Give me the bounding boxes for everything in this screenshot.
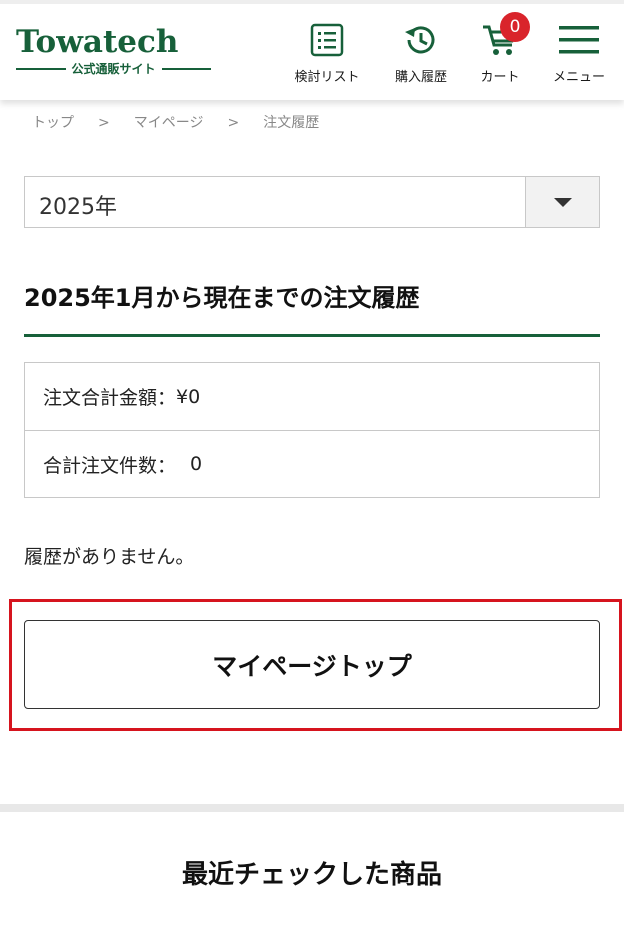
breadcrumb-mypage[interactable]: マイページ xyxy=(134,115,204,131)
list-icon xyxy=(287,20,367,60)
empty-history-message: 履歴がありません。 xyxy=(24,546,195,568)
site-logo[interactable]: Towatech 公式通販サイト xyxy=(16,24,212,76)
order-summary: 注文合計金額： ¥0 合計注文件数： 0 xyxy=(24,362,600,498)
nav-menu[interactable]: メニュー xyxy=(548,20,610,90)
logo-text: Towatech xyxy=(16,24,179,60)
cart-count-badge: 0 xyxy=(500,12,530,42)
hamburger-menu-icon xyxy=(548,20,610,60)
year-select-toggle[interactable] xyxy=(525,177,599,227)
section-divider xyxy=(0,804,624,812)
year-select-value: 2025年 xyxy=(39,195,117,220)
summary-total-amount-label: 注文合計金額： xyxy=(43,387,177,409)
summary-order-count-row: 合計注文件数： 0 xyxy=(25,430,599,497)
nav-wishlist-label: 検討リスト xyxy=(294,70,360,85)
logo-subtitle: 公式通販サイト xyxy=(16,62,212,76)
breadcrumb-separator: > xyxy=(227,115,240,131)
history-icon xyxy=(383,20,459,60)
nav-purchase-history[interactable]: 購入履歴 xyxy=(383,20,459,90)
nav-cart-label: カート xyxy=(480,70,520,85)
site-header: Towatech 公式通販サイト 検討リスト 購入履歴 0 カート メニュー xyxy=(0,0,624,100)
breadcrumb-separator: > xyxy=(98,115,110,131)
nav-cart[interactable]: 0 カート xyxy=(470,12,530,90)
summary-total-amount-row: 注文合計金額： ¥0 xyxy=(25,363,599,430)
mypage-top-button[interactable]: マイページトップ xyxy=(24,620,600,709)
nav-history-label: 購入履歴 xyxy=(394,70,447,85)
nav-wishlist[interactable]: 検討リスト xyxy=(287,20,367,90)
recently-viewed-title: 最近チェックした商品 xyxy=(181,860,442,890)
title-underline xyxy=(24,334,600,337)
breadcrumb-current: 注文履歴 xyxy=(263,115,320,131)
summary-total-amount-value: ¥0 xyxy=(176,385,201,408)
nav-menu-label: メニュー xyxy=(552,70,605,85)
page: Towatech 公式通販サイト 検討リスト 購入履歴 0 カート メニュー ト… xyxy=(0,0,624,930)
caret-down-icon xyxy=(553,197,572,207)
page-title: 2025年1月から現在までの注文履歴 xyxy=(24,284,420,312)
summary-order-count-label: 合計注文件数： xyxy=(43,454,177,477)
breadcrumb: トップ > マイページ > 注文履歴 xyxy=(32,112,319,132)
year-select[interactable]: 2025年 xyxy=(24,176,600,228)
summary-order-count-value: 0 xyxy=(190,453,203,475)
logo-subtitle-text: 公式通販サイト xyxy=(71,62,156,76)
breadcrumb-top[interactable]: トップ xyxy=(32,115,74,131)
